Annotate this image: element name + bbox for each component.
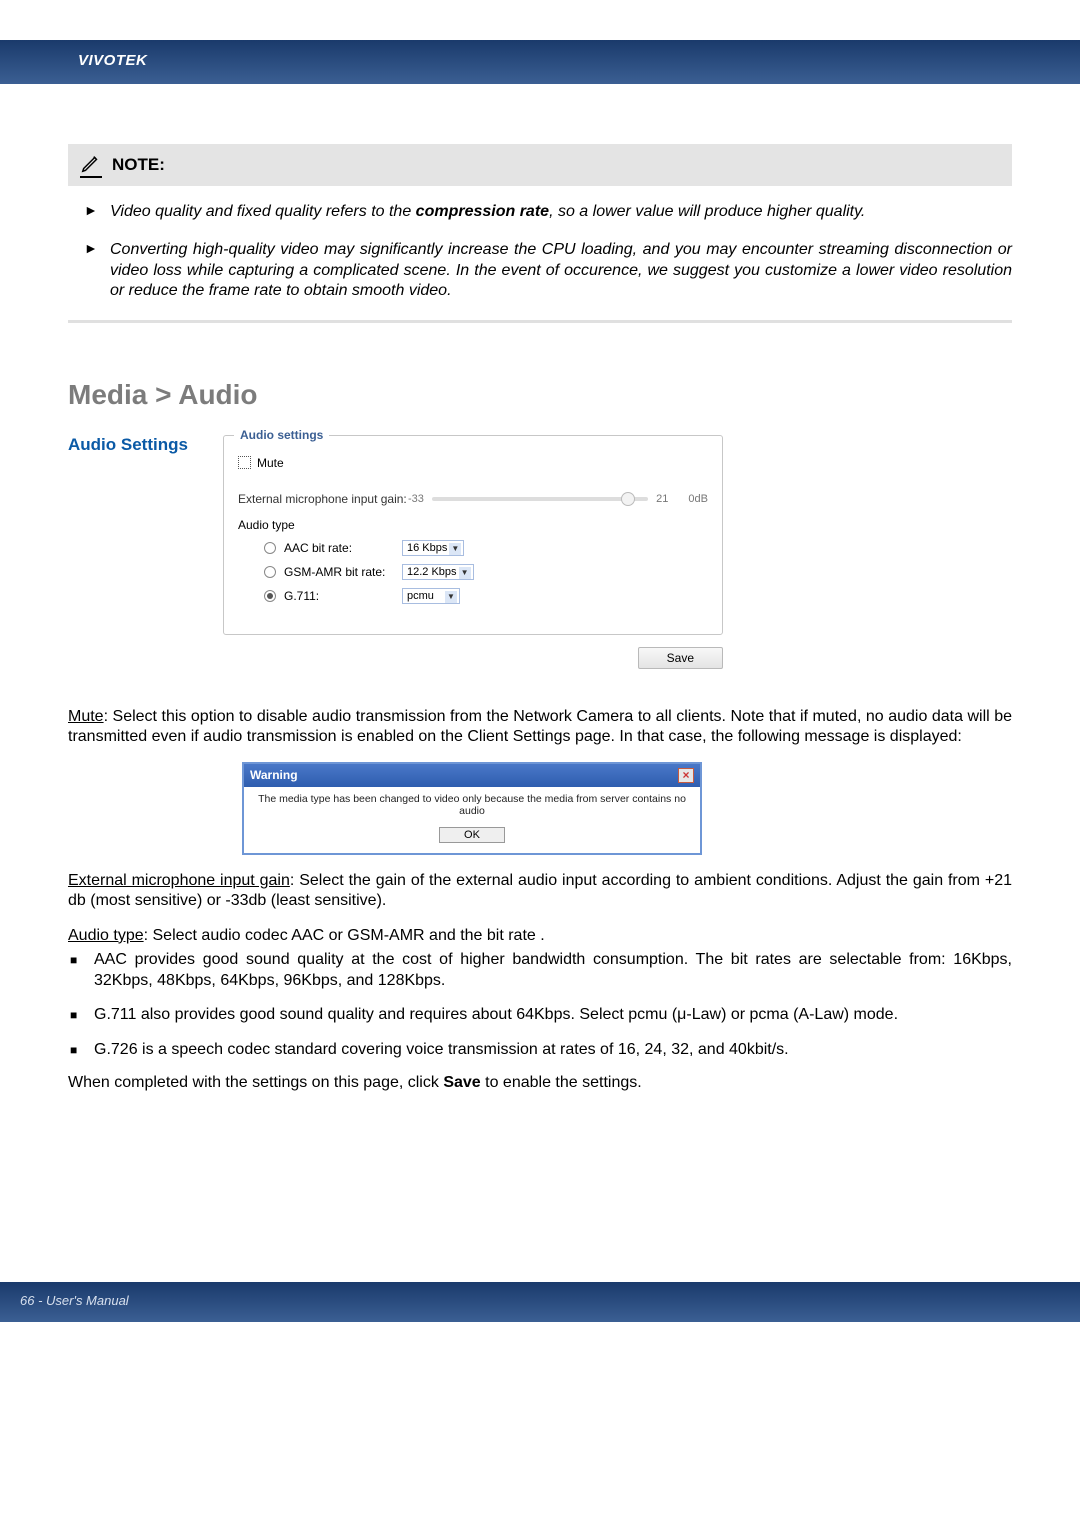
gain-min: -33 (408, 493, 424, 505)
gsm-row: GSM-AMR bit rate: 12.2 Kbps ▼ (264, 564, 708, 580)
fieldset-legend: Audio settings (234, 428, 329, 442)
gain-slider-thumb[interactable] (621, 492, 635, 506)
closing-paragraph: When completed with the settings on this… (68, 1074, 1012, 1092)
warning-dialog: Warning × The media type has been change… (242, 762, 702, 855)
gain-row: External microphone input gain: -33 21 0… (238, 492, 708, 506)
header-band: VIVOTEK (0, 40, 1080, 84)
aac-select[interactable]: 16 Kbps ▼ (402, 540, 464, 556)
list-item: ■ G.726 is a speech codec standard cover… (70, 1040, 1012, 1060)
mute-row: Mute (238, 456, 708, 470)
audio-settings-fieldset: Audio settings Mute External microphone … (223, 435, 723, 635)
aac-label: AAC bit rate: (284, 541, 402, 555)
divider (68, 320, 1012, 323)
audio-settings-panel: Audio settings Mute External microphone … (223, 435, 723, 669)
save-button[interactable]: Save (638, 647, 723, 669)
page-body: NOTE: ► Video quality and fixed quality … (0, 84, 1080, 1092)
gain-label: External microphone input gain: (238, 492, 408, 506)
gain-slider[interactable] (432, 497, 648, 501)
audio-type-label: Audio type (238, 518, 708, 532)
note-block: NOTE: (68, 144, 1012, 186)
type-paragraph: Audio type: Select audio codec AAC or GS… (68, 926, 1012, 946)
aac-row: AAC bit rate: 16 Kbps ▼ (264, 540, 708, 556)
note-item-text: Video quality and fixed quality refers t… (110, 202, 1012, 222)
dialog-message: The media type has been changed to video… (252, 793, 692, 817)
chevron-down-icon: ▼ (449, 543, 461, 555)
square-bullet-icon: ■ (70, 1005, 88, 1025)
list-item: ■ G.711 also provides good sound quality… (70, 1005, 1012, 1025)
dialog-title-text: Warning (250, 768, 298, 782)
section-title: Media > Audio (68, 379, 1012, 411)
ok-button[interactable]: OK (439, 827, 505, 843)
mute-checkbox[interactable] (238, 456, 251, 469)
footer-text: 66 - User's Manual (20, 1293, 129, 1308)
list-item: ■ AAC provides good sound quality at the… (70, 950, 1012, 991)
gain-unit: 0dB (688, 493, 708, 505)
audio-type-list: ■ AAC provides good sound quality at the… (68, 950, 1012, 1060)
brand-text: VIVOTEK (78, 52, 147, 69)
square-bullet-icon: ■ (70, 1040, 88, 1060)
gain-slider-col: -33 21 0dB (408, 493, 708, 505)
arrow-bullet-icon: ► (84, 202, 102, 222)
chevron-down-icon: ▼ (459, 567, 471, 579)
square-bullet-icon: ■ (70, 950, 88, 991)
note-item: ► Video quality and fixed quality refers… (84, 202, 1012, 222)
pencil-icon (80, 152, 102, 178)
g711-select[interactable]: pcmu ▼ (402, 588, 460, 604)
chevron-down-icon: ▼ (445, 591, 457, 603)
gsm-select[interactable]: 12.2 Kbps ▼ (402, 564, 474, 580)
close-icon[interactable]: × (678, 768, 694, 783)
mute-label: Mute (257, 456, 284, 470)
note-item: ► Converting high-quality video may sign… (84, 240, 1012, 301)
note-item-text: Converting high-quality video may signif… (110, 240, 1012, 301)
note-title: NOTE: (112, 155, 165, 175)
dialog-body: The media type has been changed to video… (244, 787, 700, 853)
g711-row: G.711: pcmu ▼ (264, 588, 708, 604)
warning-dialog-wrap: Warning × The media type has been change… (242, 762, 702, 855)
arrow-bullet-icon: ► (84, 240, 102, 301)
gain-paragraph: External microphone input gain: Select t… (68, 871, 1012, 912)
mute-paragraph: Mute: Select this option to disable audi… (68, 707, 1012, 748)
aac-radio[interactable] (264, 542, 276, 554)
gsm-label: GSM-AMR bit rate: (284, 565, 402, 579)
dialog-titlebar: Warning × (244, 764, 700, 787)
g711-label: G.711: (284, 589, 402, 603)
note-bullet-list: ► Video quality and fixed quality refers… (68, 202, 1012, 302)
gain-max: 21 (656, 493, 668, 505)
g711-radio[interactable] (264, 590, 276, 602)
gain-term: External microphone input gain (68, 872, 290, 889)
type-term: Audio type (68, 927, 144, 944)
footer-band: 66 - User's Manual (0, 1282, 1080, 1322)
mute-term: Mute (68, 708, 104, 725)
gsm-radio[interactable] (264, 566, 276, 578)
